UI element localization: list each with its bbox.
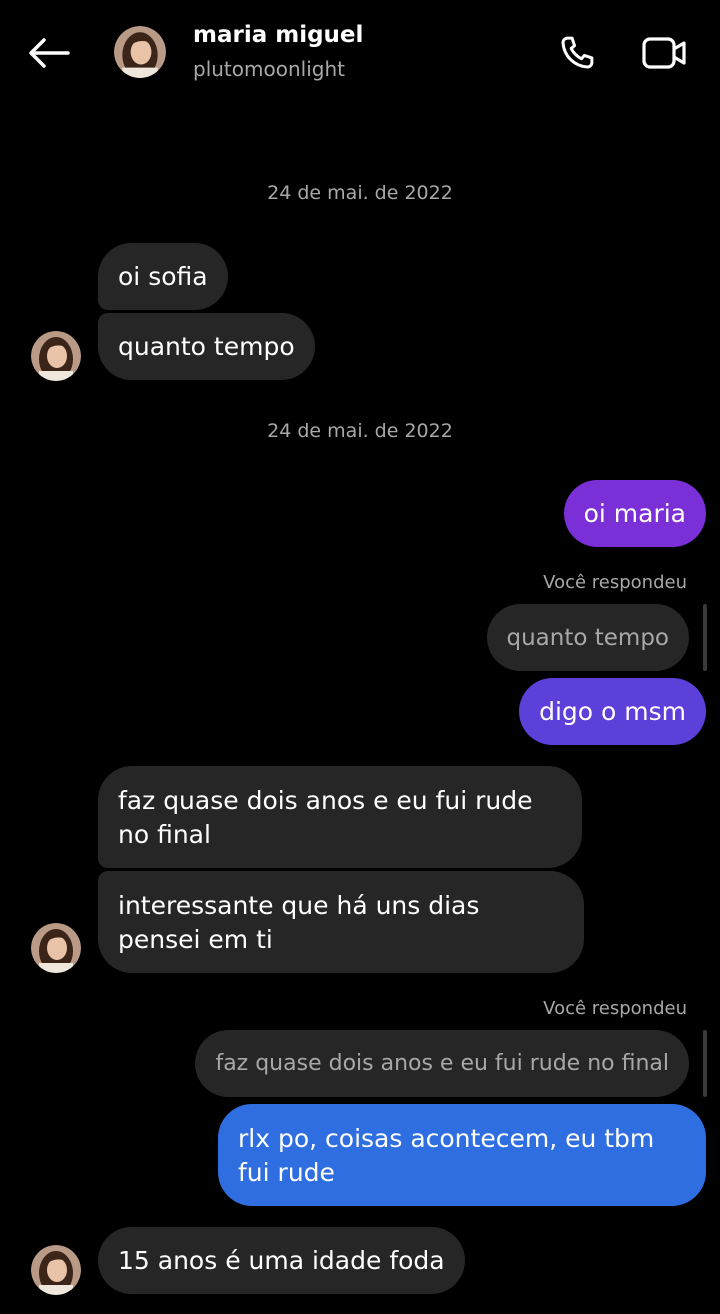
message-text: oi maria [583,498,686,528]
message-bubble-incoming[interactable]: faz quase dois anos e eu fui rude no fin… [98,766,582,868]
avatar-image [31,331,81,381]
sender-avatar[interactable] [31,1245,81,1295]
quoted-message[interactable]: faz quase dois anos e eu fui rude no fin… [195,1030,689,1097]
message-text: quanto tempo [118,331,295,361]
date-separator: 24 de mai. de 2022 [267,182,453,204]
back-button[interactable] [26,30,72,76]
reply-label: Você respondeu [543,998,687,1019]
back-arrow-icon [29,38,70,68]
avatar-image [31,923,81,973]
contact-name[interactable]: maria miguel [193,22,363,48]
contact-username: plutomoonlight [193,57,345,81]
message-bubble-outgoing[interactable]: rlx po, coisas acontecem, eu tbm fui rud… [218,1104,706,1206]
message-bubble-outgoing[interactable]: oi maria [563,480,706,547]
message-bubble-incoming[interactable]: oi sofia [98,243,228,310]
message-bubble-incoming[interactable]: 15 anos é uma idade foda [98,1227,465,1294]
reply-label: Você respondeu [543,572,687,593]
message-text: oi sofia [118,261,208,291]
video-camera-icon [642,37,686,69]
message-text: 15 anos é uma idade foda [118,1245,445,1275]
contact-avatar[interactable] [114,26,166,78]
message-text: faz quase dois anos e eu fui rude no fin… [118,786,533,849]
quoted-text: faz quase dois anos e eu fui rude no fin… [215,1050,669,1076]
chat-header: maria miguel plutomoonlight [0,0,720,110]
quoted-text: quanto tempo [506,624,670,651]
reply-indicator-bar [703,604,707,671]
message-bubble-outgoing[interactable]: digo o msm [519,678,706,745]
video-call-button[interactable] [637,28,691,78]
call-button[interactable] [552,28,602,78]
message-text: rlx po, coisas acontecem, eu tbm fui rud… [238,1124,655,1187]
sender-avatar[interactable] [31,923,81,973]
avatar-image [31,1245,81,1295]
sender-avatar[interactable] [31,331,81,381]
message-bubble-incoming[interactable]: quanto tempo [98,313,315,380]
reply-indicator-bar [703,1030,707,1097]
date-separator: 24 de mai. de 2022 [267,420,453,442]
message-text: digo o msm [539,696,686,726]
message-bubble-incoming[interactable]: interessante que há uns dias pensei em t… [98,871,584,973]
phone-icon [561,36,594,69]
quoted-message[interactable]: quanto tempo [486,604,689,671]
message-text: interessante que há uns dias pensei em t… [118,891,480,954]
avatar-image [114,26,166,78]
